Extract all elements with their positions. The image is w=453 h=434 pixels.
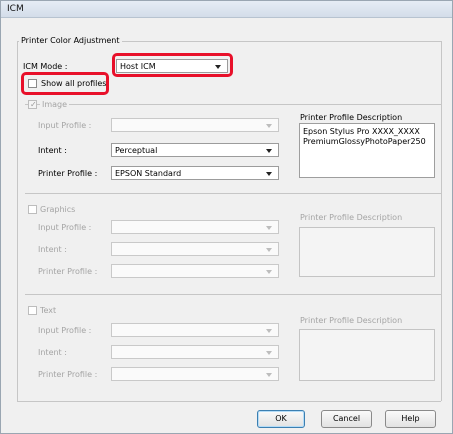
image-description-label: Printer Profile Description	[300, 113, 403, 122]
image-printer-profile-select[interactable]: EPSON Standard	[111, 166, 279, 180]
image-intent-label: Intent :	[38, 146, 67, 155]
cancel-button[interactable]: Cancel	[321, 410, 372, 428]
highlight-show-all-profiles	[21, 72, 109, 95]
image-input-profile-select[interactable]	[111, 118, 279, 132]
image-printer-profile-value: EPSON Standard	[115, 169, 182, 178]
check-icon: ✓	[30, 100, 37, 109]
graphics-input-profile-label: Input Profile :	[38, 223, 92, 232]
chevron-down-icon	[266, 329, 272, 333]
graphics-printer-profile-label: Printer Profile :	[38, 267, 98, 276]
group-border-bottom	[17, 401, 441, 402]
image-description-line2: PremiumGlossyPhotoPaper250	[303, 137, 426, 146]
chevron-down-icon	[266, 149, 272, 153]
text-description-label: Printer Profile Description	[300, 316, 403, 325]
text-intent-label: Intent :	[38, 348, 67, 357]
text-intent-select[interactable]	[111, 345, 279, 359]
group-border-left	[17, 41, 18, 401]
image-label: Image	[40, 100, 70, 110]
help-button[interactable]: Help	[385, 410, 436, 428]
chevron-down-icon	[266, 172, 272, 176]
section-title: Printer Color Adjustment	[19, 36, 122, 46]
highlight-icm-mode	[112, 53, 233, 77]
graphics-intent-select[interactable]	[111, 242, 279, 256]
text-separator	[25, 294, 441, 295]
text-printer-profile-select[interactable]	[111, 367, 279, 381]
icm-dialog: ICM Printer Color Adjustment ICM Mode : …	[0, 0, 453, 434]
image-description-line1: Epson Stylus Pro XXXX_XXXX	[303, 127, 420, 136]
image-input-profile-label: Input Profile :	[38, 121, 92, 130]
image-intent-select[interactable]: Perceptual	[111, 143, 279, 157]
graphics-label: Graphics	[40, 205, 76, 214]
chevron-down-icon	[266, 226, 272, 230]
graphics-input-profile-select[interactable]	[111, 220, 279, 234]
graphics-checkbox[interactable]	[28, 205, 37, 214]
group-border-right	[441, 41, 442, 401]
chevron-down-icon	[266, 124, 272, 128]
image-intent-value: Perceptual	[115, 146, 158, 155]
ok-button[interactable]: OK	[257, 410, 305, 428]
graphics-printer-profile-select[interactable]	[111, 264, 279, 278]
chevron-down-icon	[266, 248, 272, 252]
image-printer-profile-label: Printer Profile :	[38, 169, 98, 178]
chevron-down-icon	[266, 373, 272, 377]
window-title: ICM	[7, 4, 24, 14]
graphics-description-panel	[299, 227, 435, 277]
title-bar: ICM	[1, 1, 452, 18]
icm-mode-label: ICM Mode :	[23, 62, 68, 71]
chevron-down-icon	[266, 270, 272, 274]
chevron-down-icon	[266, 351, 272, 355]
graphics-description-label: Printer Profile Description	[300, 213, 403, 222]
graphics-intent-label: Intent :	[38, 245, 67, 254]
image-checkbox[interactable]: ✓	[28, 100, 37, 109]
text-input-profile-select[interactable]	[111, 323, 279, 337]
image-separator	[25, 104, 441, 105]
image-description-panel: Epson Stylus Pro XXXX_XXXX PremiumGlossy…	[299, 123, 435, 178]
text-input-profile-label: Input Profile :	[38, 326, 92, 335]
text-checkbox[interactable]	[28, 306, 37, 315]
text-printer-profile-label: Printer Profile :	[38, 370, 98, 379]
graphics-separator	[25, 193, 441, 194]
text-description-panel	[299, 329, 435, 381]
text-label: Text	[40, 306, 57, 315]
